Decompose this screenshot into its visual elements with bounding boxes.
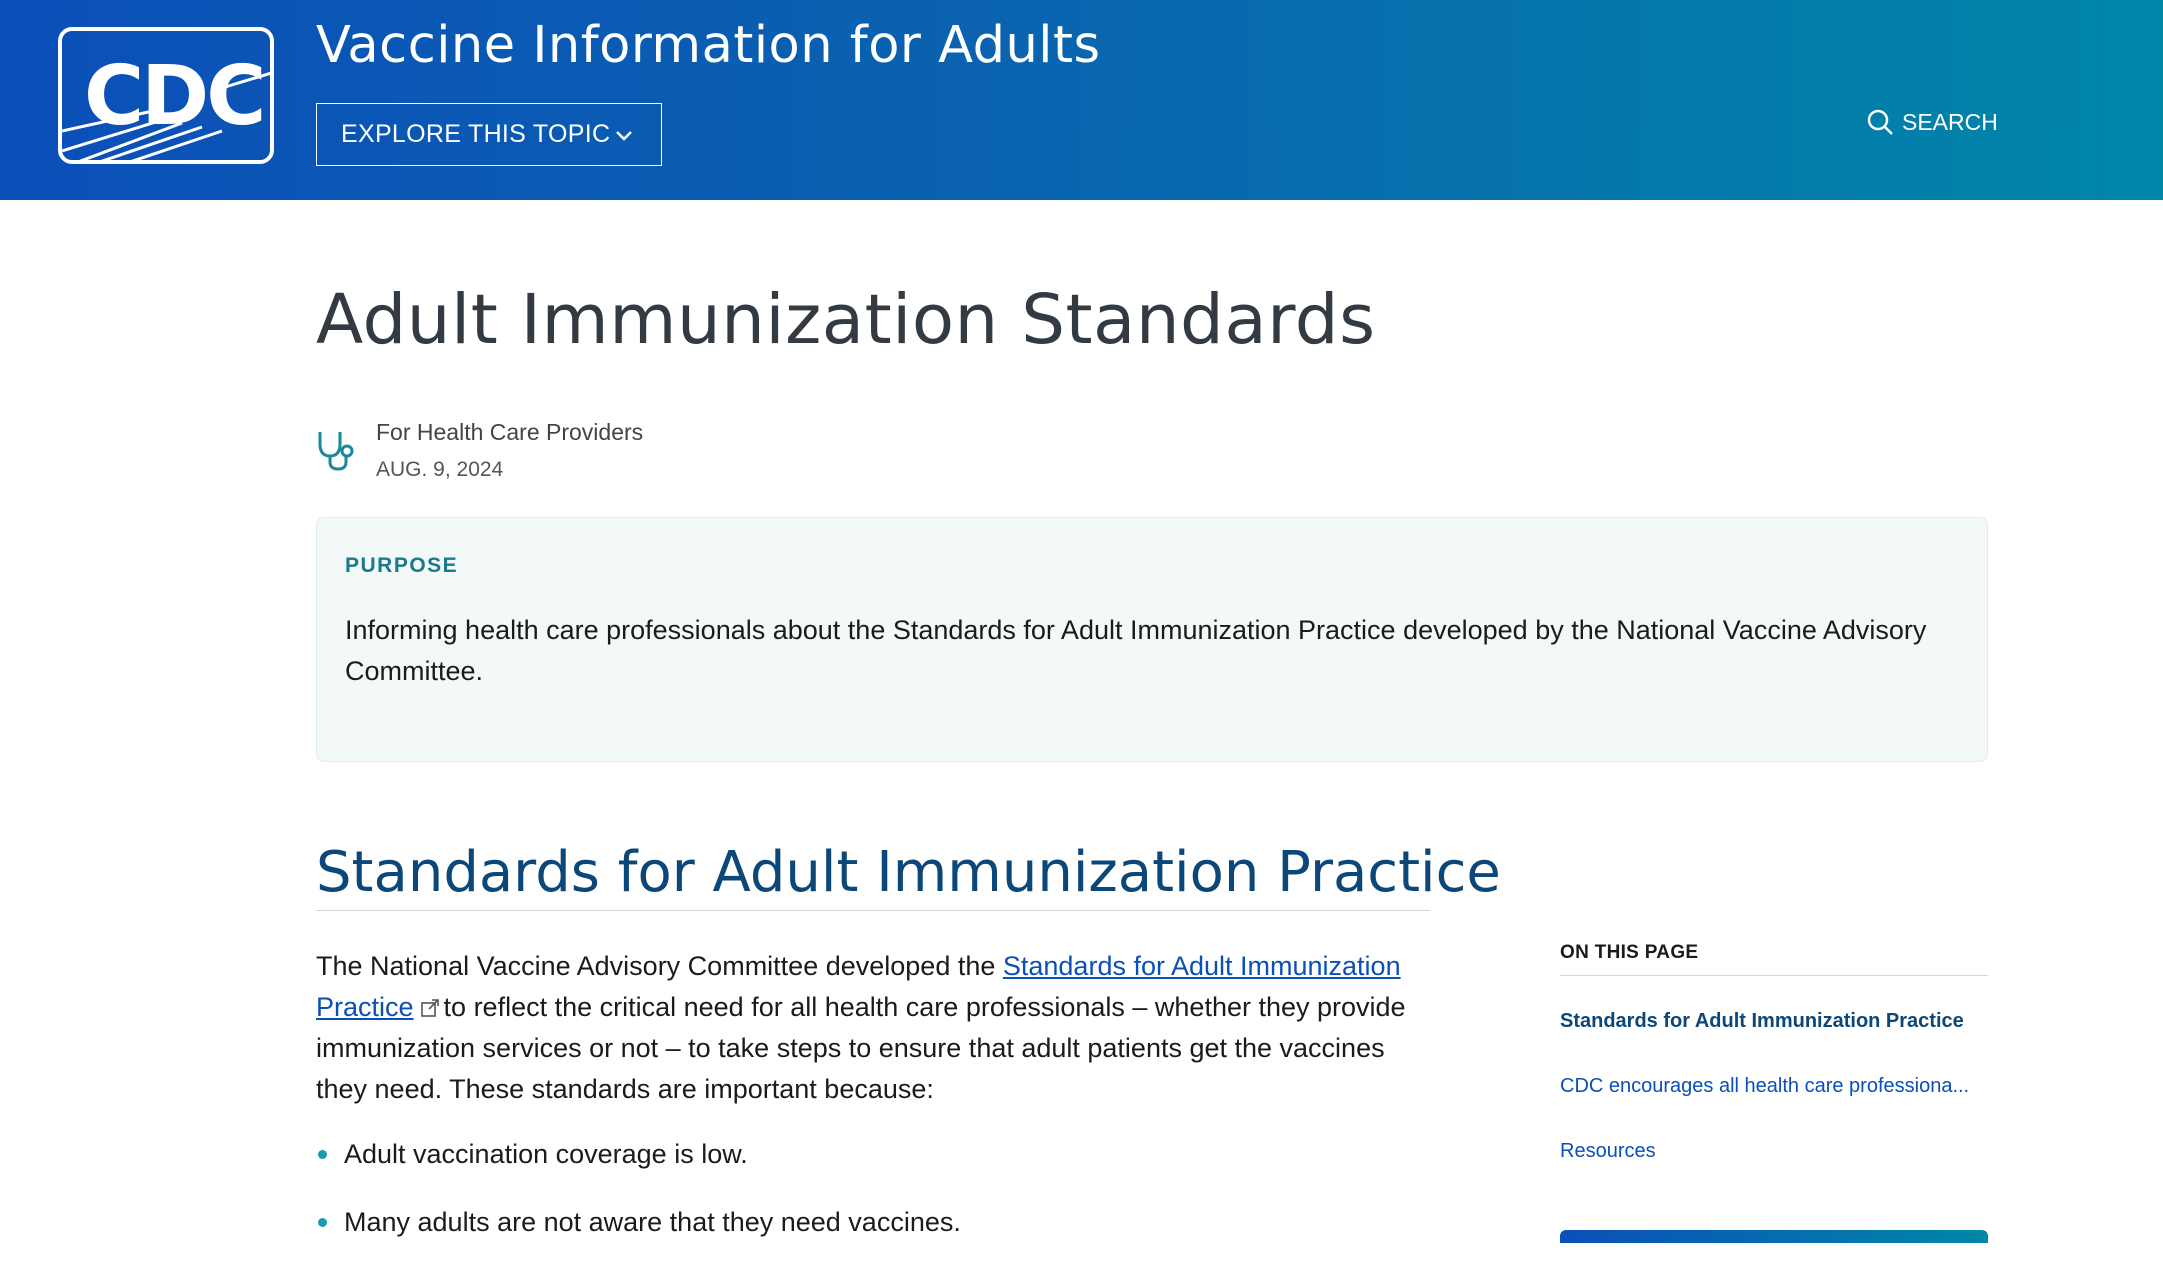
site-header: CDC Vaccine Information for Adults EXPLO… <box>0 0 2163 200</box>
para-text-after: to reflect the critical need for all hea… <box>316 992 1406 1104</box>
purpose-text: Informing health care professionals abou… <box>345 615 1927 686</box>
chevron-down-icon <box>616 131 632 141</box>
cdc-logo[interactable]: CDC <box>58 27 274 164</box>
purpose-box: PURPOSE Informing health care profession… <box>316 517 1988 762</box>
body-paragraph: The National Vaccine Advisory Committee … <box>316 946 1436 1110</box>
list-item-text: Adult vaccination coverage is low. <box>344 1139 748 1169</box>
section-divider <box>316 910 1430 911</box>
explore-topic-label: EXPLORE THIS TOPIC <box>341 120 611 148</box>
site-title[interactable]: Vaccine Information for Adults <box>316 16 1101 75</box>
bullet-dot <box>318 1218 327 1227</box>
search-icon <box>1867 109 1893 135</box>
section-title: Standards for Adult Immunization Practic… <box>316 840 1501 905</box>
toc-item-cdc-encourages[interactable]: CDC encourages all health care professio… <box>1560 1075 1969 1098</box>
purpose-label: PURPOSE <box>345 554 459 577</box>
search-label: SEARCH <box>1902 108 1998 135</box>
audience-label: For Health Care Providers <box>376 419 644 445</box>
search-button[interactable]: SEARCH <box>1866 108 1998 136</box>
toc-item-resources[interactable]: Resources <box>1560 1140 1656 1163</box>
reasons-list: Adult vaccination coverage is low. Many … <box>316 1132 961 1268</box>
toc-accent-bar <box>1560 1230 1988 1243</box>
toc-heading: ON THIS PAGE <box>1560 942 1699 963</box>
explore-topic-button[interactable]: EXPLORE THIS TOPIC <box>316 103 662 166</box>
list-item-text: Many adults are not aware that they need… <box>344 1207 961 1237</box>
logo-text: CDC <box>84 49 266 144</box>
toc-divider <box>1560 975 1988 976</box>
external-link-icon <box>420 999 439 1017</box>
list-item: Many adults are not aware that they need… <box>316 1200 961 1268</box>
stethoscope-icon <box>318 432 354 471</box>
toc-item-standards[interactable]: Standards for Adult Immunization Practic… <box>1560 1010 1964 1033</box>
publish-date: AUG. 9, 2024 <box>376 458 504 481</box>
page-title: Adult Immunization Standards <box>316 280 1376 360</box>
bullet-dot <box>318 1150 327 1159</box>
list-item: Adult vaccination coverage is low. <box>316 1132 961 1200</box>
para-text-before: The National Vaccine Advisory Committee … <box>316 951 1003 981</box>
